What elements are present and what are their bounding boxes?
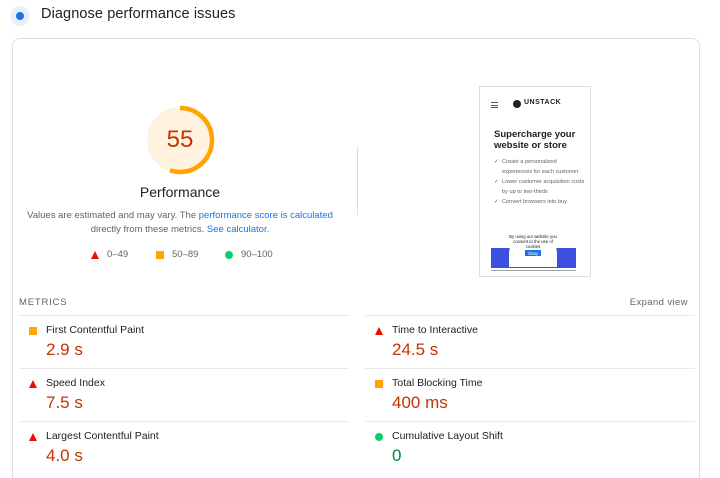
cookie-notice: By using our website you consent to the …	[509, 230, 557, 267]
screenshot-headline: Supercharge your website or store	[494, 129, 576, 151]
description-prefix: Values are estimated and may vary. The	[27, 210, 199, 221]
circle-icon	[225, 251, 233, 259]
description-suffix: .	[266, 224, 270, 235]
metrics-heading: METRICS	[19, 297, 68, 308]
square-icon	[375, 380, 383, 388]
metric-first-contentful-paint: First Contentful Paint 2.9 s	[19, 315, 349, 368]
metric-speed-index: Speed Index 7.5 s	[19, 368, 349, 421]
brand-logo-icon	[513, 100, 521, 108]
legend-range: 50–89	[172, 249, 199, 260]
triangle-icon	[29, 380, 37, 388]
score-legend: 0–49 50–89 90–100	[13, 248, 347, 262]
screenshot-bullet: ✓ Lower customer acquisition costs by up …	[494, 179, 585, 195]
metric-value: 4.0 s	[46, 446, 83, 465]
section-header: Diagnose performance issues	[0, 0, 720, 32]
metric-largest-contentful-paint: Largest Contentful Paint 4.0 s	[19, 421, 349, 474]
metric-name: Time to Interactive	[392, 324, 478, 336]
square-icon	[156, 251, 164, 259]
cookie-text: By using our website you consent to the …	[509, 234, 557, 249]
screenshot-bullets: ✓ Create a personalized experiences for e…	[494, 157, 586, 207]
screenshot-bullet: ✓ Convert browsers into buy	[494, 199, 567, 205]
screenshot-bottom-line	[491, 270, 576, 271]
check-icon: ✓	[494, 159, 499, 165]
performance-score-link[interactable]: performance score is calculated	[199, 210, 333, 221]
metric-time-to-interactive: Time to Interactive 24.5 s	[365, 315, 695, 368]
metric-value: 0	[392, 446, 402, 465]
triangle-icon	[29, 433, 37, 441]
metric-name: Largest Contentful Paint	[46, 430, 159, 442]
score-value: 55	[166, 126, 194, 153]
expand-view-button[interactable]: Expand view	[630, 297, 688, 308]
legend-range: 90–100	[241, 249, 273, 260]
metric-total-blocking-time: Total Blocking Time 400 ms	[365, 368, 695, 421]
screenshot-brand: UNSTACK	[524, 99, 562, 106]
section-title: Diagnose performance issues	[41, 6, 236, 22]
report-card: 55 Performance Values are estimated and …	[12, 38, 700, 478]
hamburger-menu-icon	[491, 102, 498, 108]
diagnose-icon	[10, 6, 30, 26]
check-icon: ✓	[494, 199, 499, 205]
metric-name: First Contentful Paint	[46, 324, 145, 336]
legend-range: 0–49	[107, 249, 129, 260]
metric-value: 7.5 s	[46, 393, 83, 412]
triangle-icon	[91, 251, 99, 259]
square-icon	[29, 327, 37, 335]
score-label: Performance	[139, 184, 221, 200]
metric-name: Cumulative Layout Shift	[392, 430, 503, 442]
metric-value: 24.5 s	[392, 340, 439, 359]
check-icon: ✓	[494, 179, 499, 185]
metric-value: 400 ms	[392, 393, 448, 412]
final-screenshot: UNSTACK Supercharge your website or stor…	[479, 86, 591, 277]
metric-value: 2.9 s	[46, 340, 83, 359]
score-description: Values are estimated and may vary. The p…	[27, 209, 333, 237]
triangle-icon	[375, 327, 383, 335]
cookie-okay-button: Okay	[524, 250, 542, 256]
description-middle: directly from these metrics.	[90, 224, 205, 235]
metric-name: Total Blocking Time	[392, 377, 483, 389]
screenshot-bullet: ✓ Create a personalized experiences for e…	[494, 159, 579, 175]
circle-icon	[375, 433, 383, 441]
metric-name: Speed Index	[46, 377, 105, 389]
vertical-divider	[357, 147, 358, 215]
score-gauge: 55	[145, 105, 215, 175]
metric-cumulative-layout-shift: Cumulative Layout Shift 0	[365, 421, 695, 474]
see-calculator-link[interactable]: See calculator	[207, 224, 267, 235]
